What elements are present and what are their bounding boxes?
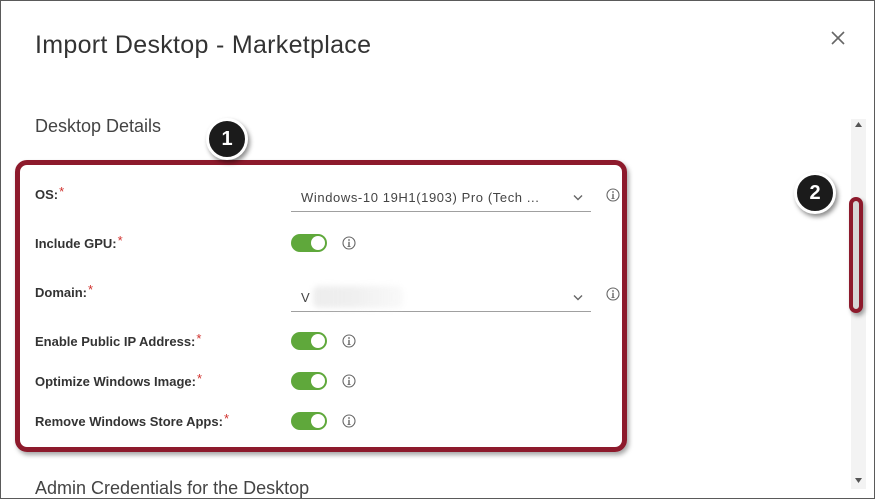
callout-badge-1: 1	[206, 118, 248, 160]
scrollbar-thumb[interactable]	[849, 197, 863, 313]
scroll-down-arrow-icon[interactable]	[855, 478, 862, 483]
callout-badge-2: 2	[794, 172, 836, 214]
close-icon[interactable]	[829, 29, 847, 47]
dialog-title: Import Desktop - Marketplace	[35, 31, 372, 59]
section-title-admin-credentials: Admin Credentials for the Desktop	[35, 478, 310, 498]
import-desktop-dialog: Import Desktop - Marketplace Desktop Det…	[0, 0, 875, 499]
scroll-up-arrow-icon[interactable]	[855, 122, 862, 127]
annotation-highlight-box	[15, 160, 627, 452]
section-title-desktop-details: Desktop Details	[35, 116, 162, 136]
